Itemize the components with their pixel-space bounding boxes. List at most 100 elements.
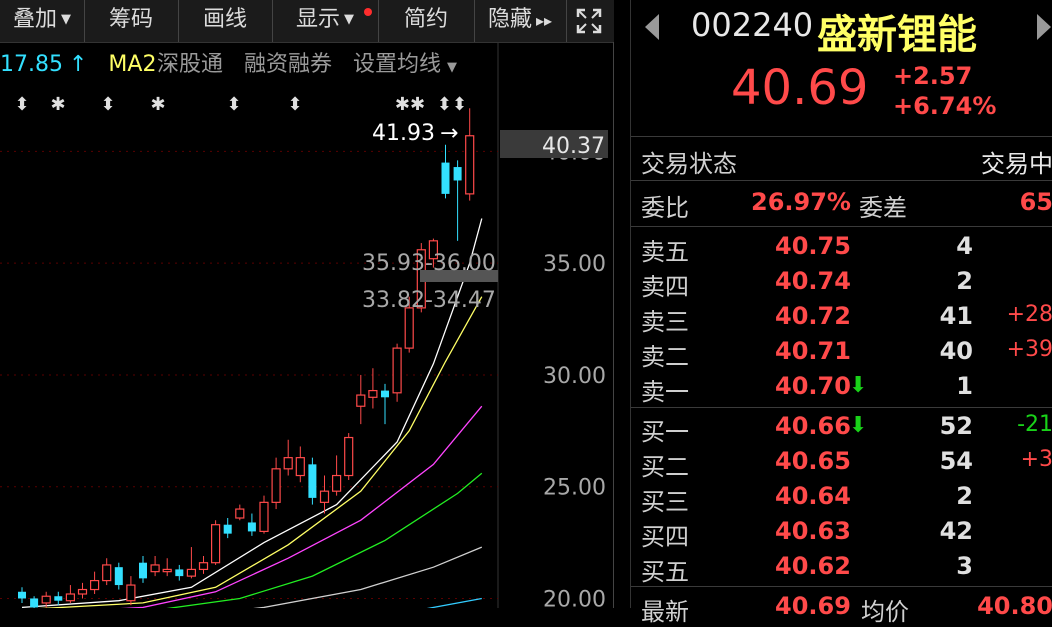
candle <box>150 564 160 573</box>
ask-volume: 2 <box>956 267 973 295</box>
candle <box>65 593 76 602</box>
down-arrow-icon: ⬇ <box>849 373 868 398</box>
stock-code: 002240 <box>691 6 814 44</box>
display-label: 显示 <box>295 7 340 32</box>
bid-price: 40.64 <box>775 482 851 510</box>
chart-toolbar: 叠加 ▼ 筹码 画线 显示 ▼ 简约 隐藏 ▸▸ <box>0 0 614 43</box>
candle <box>126 584 136 602</box>
candle <box>368 389 378 398</box>
status-label: 交易状态 <box>641 150 737 178</box>
event-marker-icon: ✱✱ <box>395 94 425 115</box>
avg-value: 40.80 <box>977 592 1052 620</box>
candle <box>223 524 232 534</box>
bid-level-label: 买五 <box>641 558 689 586</box>
weicha-value: 65 <box>1019 188 1052 216</box>
ask-price: 40.72 <box>775 302 851 330</box>
event-marker-icon: ⬍ <box>287 94 302 115</box>
ask-volume: 4 <box>956 232 973 260</box>
price-tick: 20.00 <box>543 587 606 608</box>
ma-line-6 <box>426 597 482 608</box>
candle <box>139 562 147 579</box>
candlestick-chart[interactable]: 40.0035.0030.0025.0020.00 ⬍✱⬍✱⬍⬍✱✱⬍⬍ 41.… <box>0 42 614 608</box>
event-marker-icon: ⬍ <box>100 94 115 115</box>
down-arrow-icon: ⬇ <box>849 413 868 438</box>
candle <box>198 562 209 571</box>
candle <box>54 596 63 601</box>
bid-volume-change: -21 <box>1017 412 1052 437</box>
event-marker-icon: ⬍⬍ <box>437 94 467 115</box>
chip-range-2: 33.82-34.47 <box>362 288 496 313</box>
bid-level-label: 买一 <box>641 418 689 446</box>
chevron-down-icon: ▼ <box>344 12 354 27</box>
bid-price: 40.66 <box>775 412 851 440</box>
candle <box>308 464 317 498</box>
weicha-label: 委差 <box>859 194 907 222</box>
chip-range-1: 35.93-36.00 <box>362 251 496 276</box>
candle <box>114 567 123 586</box>
bid-level-label: 买二 <box>641 453 689 481</box>
fullscreen-icon <box>576 8 602 34</box>
bid-price: 40.63 <box>775 517 851 545</box>
ask-level-label: 卖三 <box>641 308 689 336</box>
bid-volume: 3 <box>956 552 973 580</box>
simple-mode-button[interactable]: 简约 <box>378 0 475 42</box>
next-stock-arrow-icon[interactable] <box>1033 12 1052 42</box>
bid-volume: 54 <box>939 447 973 475</box>
price-tick: 35.00 <box>543 252 606 277</box>
candle <box>404 307 414 349</box>
event-marker-icon: ✱ <box>150 94 165 115</box>
high-arrow-icon: → <box>440 121 458 146</box>
ask-volume: 1 <box>956 372 973 400</box>
bid-price: 40.65 <box>775 447 851 475</box>
ask-level-label: 卖五 <box>641 238 689 266</box>
hide-label: 隐藏 <box>487 7 532 32</box>
ma-line-1 <box>21 218 483 608</box>
price-tick: 25.00 <box>543 476 606 501</box>
candles <box>18 108 475 608</box>
prev-stock-arrow-icon[interactable] <box>641 12 663 42</box>
ask-volume: 41 <box>939 302 973 330</box>
ask-level-label: 卖四 <box>641 273 689 301</box>
fullscreen-button[interactable] <box>566 0 612 42</box>
candle <box>319 490 330 503</box>
candle <box>392 347 402 394</box>
price-axis: 40.0035.0030.0025.0020.00 <box>543 140 606 608</box>
ask-level-label: 卖一 <box>641 378 689 406</box>
bid-volume: 42 <box>939 517 973 545</box>
chevron-down-icon: ▼ <box>61 12 71 27</box>
bid-volume-change: +3 <box>1020 447 1052 472</box>
event-marker-icon: ⬍ <box>226 94 241 115</box>
display-button[interactable]: 显示 ▼ <box>272 0 379 42</box>
candle <box>30 598 39 608</box>
candle <box>186 568 196 577</box>
ask-price: 40.71 <box>775 337 851 365</box>
ask-volume-change: +39 <box>1006 337 1052 362</box>
latest-label: 最新 <box>641 598 689 626</box>
hide-button[interactable]: 隐藏 ▸▸ <box>474 0 567 42</box>
ask-price: 40.70 <box>775 372 851 400</box>
overlay-button[interactable]: 叠加 ▼ <box>0 0 85 42</box>
candle <box>77 588 88 595</box>
candle <box>356 394 366 407</box>
ask-volume: 40 <box>939 337 973 365</box>
bid-volume: 2 <box>956 482 973 510</box>
bid-volume: 52 <box>939 412 973 440</box>
chips-button[interactable]: 筹码 <box>84 0 179 42</box>
overlay-label: 叠加 <box>12 7 57 32</box>
ma-line-5 <box>253 546 483 608</box>
latest-value: 40.69 <box>775 592 851 620</box>
status-value: 交易中 <box>981 150 1052 178</box>
ask-level-label: 卖二 <box>641 343 689 371</box>
last-price: 40.69 <box>731 60 869 116</box>
event-marker-icon: ⬍ <box>14 94 29 115</box>
candle <box>175 569 184 577</box>
ask-volume-change: +28 <box>1006 302 1052 327</box>
avg-label: 均价 <box>861 598 909 626</box>
draw-line-button[interactable]: 画线 <box>178 0 273 42</box>
weibi-label: 委比 <box>641 194 689 222</box>
price-change: +2.57 <box>893 62 973 90</box>
moving-average-lines <box>21 218 483 608</box>
candle <box>41 595 51 604</box>
bid-price: 40.62 <box>775 552 851 580</box>
candle <box>247 522 256 532</box>
